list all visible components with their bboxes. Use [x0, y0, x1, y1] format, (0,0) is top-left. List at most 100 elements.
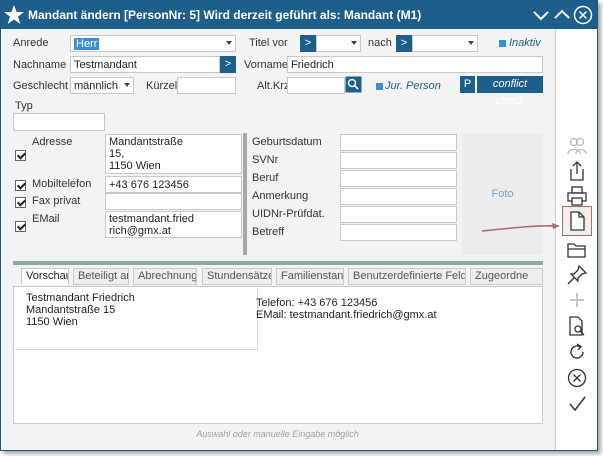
- geschlecht-select[interactable]: männlich: [70, 77, 134, 94]
- search-icon[interactable]: [345, 76, 362, 93]
- altkrz-label: Alt.Krz: [257, 80, 290, 92]
- pin-button[interactable]: [566, 264, 588, 286]
- fax-privat-input[interactable]: [105, 193, 242, 210]
- chevron-down-icon: [351, 41, 357, 45]
- tab-beteiligt-an[interactable]: Beteiligt an: [73, 268, 129, 285]
- share-button[interactable]: [566, 160, 588, 182]
- adresse-checkbox[interactable]: [15, 150, 26, 161]
- conflict-check-button[interactable]: conflict check: [477, 76, 543, 107]
- mobiltelefon-checkbox[interactable]: [15, 180, 26, 191]
- adresse-line-1: Mandantstraße: [109, 136, 183, 148]
- kuerzel-input[interactable]: [177, 77, 236, 94]
- preview-city: 1150 Wien: [26, 316, 78, 328]
- print-icon: [567, 186, 587, 206]
- kuerzel-label: Kürzel: [146, 80, 178, 92]
- tab-benutzerdefinierte-felder[interactable]: Benutzerdefinierte Felder: [348, 268, 466, 285]
- email-line-2: rich@gmx.at: [109, 225, 171, 237]
- inaktiv-label: Inaktiv: [509, 37, 541, 49]
- tab-stundensaetze[interactable]: Stundensätze: [202, 268, 272, 285]
- adresse-input[interactable]: Mandantstraße 15, 1150 Wien: [105, 134, 242, 174]
- uidnr-input[interactable]: [340, 206, 457, 223]
- nachname-label: Nachname: [13, 59, 67, 71]
- geburtsdatum-label: Geburtsdatum: [252, 136, 322, 148]
- anrede-label: Anrede: [13, 37, 49, 49]
- persons-button[interactable]: [566, 135, 588, 157]
- preview-panel: Testmandant Friedrich Mandantstraße 15 1…: [13, 286, 543, 424]
- cancel-icon: [567, 368, 587, 388]
- window-title: Mandant ändern [PersonNr: 5] Wird derzei…: [28, 8, 422, 22]
- email-checkbox[interactable]: [15, 221, 26, 232]
- persons-icon: [567, 137, 587, 155]
- confirm-button[interactable]: [566, 393, 588, 415]
- vorname-input[interactable]: Friedrich: [287, 56, 543, 73]
- chevron-down-icon: [468, 41, 474, 45]
- jur-person-checkbox[interactable]: [376, 83, 383, 90]
- add-icon: [570, 293, 584, 307]
- right-toolbar: [555, 29, 597, 450]
- star-logo-icon: [4, 5, 24, 24]
- refresh-icon: [570, 343, 584, 359]
- open-folder-button[interactable]: [566, 239, 588, 261]
- status-hint: Auswahl oder manuelle Eingabe möglich: [196, 429, 359, 439]
- chevron-down-icon: [124, 83, 130, 87]
- beruf-input[interactable]: [340, 170, 457, 187]
- document-search-button[interactable]: [566, 315, 588, 337]
- svnr-label: SVNr: [252, 154, 279, 166]
- titel-nach-button[interactable]: >: [396, 35, 412, 52]
- new-document-icon: [570, 211, 585, 231]
- geschlecht-label: Geschlecht: [13, 80, 69, 92]
- add-button[interactable]: [566, 289, 588, 311]
- geburtsdatum-input[interactable]: [340, 134, 457, 151]
- vorname-label: Vorname: [244, 59, 289, 71]
- title-bar: Mandant ändern [PersonNr: 5] Wird derzei…: [1, 1, 597, 29]
- nach-label: nach: [368, 37, 392, 49]
- adresse-line-2: 15,: [109, 148, 125, 160]
- form-area: Anrede Herr Titel vor > nach > Inaktiv N…: [1, 29, 554, 450]
- adresse-label: Adresse: [32, 136, 73, 148]
- cancel-button[interactable]: [566, 367, 588, 389]
- email-line-1: testmandant.fried: [109, 213, 194, 225]
- anrede-select[interactable]: Herr: [70, 35, 236, 52]
- p-button[interactable]: P: [460, 76, 475, 93]
- anmerkung-input[interactable]: [340, 188, 457, 205]
- titel-vor-select[interactable]: [316, 35, 361, 52]
- fax-privat-checkbox[interactable]: [15, 197, 26, 208]
- anmerkung-label: Anmerkung: [252, 190, 309, 202]
- chevron-up-icon[interactable]: [552, 5, 572, 25]
- betreff-input[interactable]: [340, 224, 457, 241]
- share-export-icon: [570, 161, 584, 181]
- new-document-button[interactable]: [562, 206, 592, 236]
- nachname-button[interactable]: >: [220, 56, 236, 73]
- foto-placeholder[interactable]: Foto: [462, 134, 543, 255]
- fax-privat-label: Fax privat: [32, 195, 81, 207]
- mobiltelefon-input[interactable]: +43 676 123456: [105, 176, 242, 193]
- beruf-label: Beruf: [252, 172, 279, 184]
- tab-abrechnung[interactable]: Abrechnung: [133, 268, 197, 285]
- tab-familienstand[interactable]: Familienstand: [276, 268, 344, 285]
- annotation-arrow-icon: [482, 223, 560, 232]
- geschlecht-value: männlich: [74, 80, 119, 92]
- tab-vorschau[interactable]: Vorschau: [21, 268, 69, 285]
- preview-street: Mandantstraße 15: [26, 304, 116, 316]
- nachname-input[interactable]: Testmandant: [70, 56, 220, 73]
- confirm-icon: [569, 396, 586, 412]
- adresse-line-3: 1150 Wien: [109, 160, 161, 172]
- refresh-button[interactable]: [566, 341, 588, 363]
- chevron-down-icon[interactable]: [531, 5, 551, 25]
- inaktiv-checkbox[interactable]: [499, 40, 506, 47]
- close-icon[interactable]: [573, 5, 593, 25]
- print-button[interactable]: [566, 185, 588, 207]
- pin-icon: [567, 264, 588, 285]
- anrede-value: Herr: [74, 38, 100, 50]
- titel-nach-select[interactable]: [412, 35, 478, 52]
- altkrz-input[interactable]: [287, 77, 345, 94]
- preview-telefon: Telefon: +43 676 123456: [256, 297, 378, 309]
- titel-vor-button[interactable]: >: [300, 35, 316, 52]
- typ-input[interactable]: [13, 113, 105, 131]
- jur-person-label: Jur. Person: [385, 80, 441, 92]
- email-input[interactable]: testmandant.fried rich@gmx.at: [105, 211, 242, 238]
- email-label: EMail: [32, 213, 60, 225]
- tab-zugeordnete[interactable]: Zugeordne: [470, 268, 543, 285]
- svnr-input[interactable]: [340, 152, 457, 169]
- preview-name: Testmandant Friedrich: [26, 292, 135, 304]
